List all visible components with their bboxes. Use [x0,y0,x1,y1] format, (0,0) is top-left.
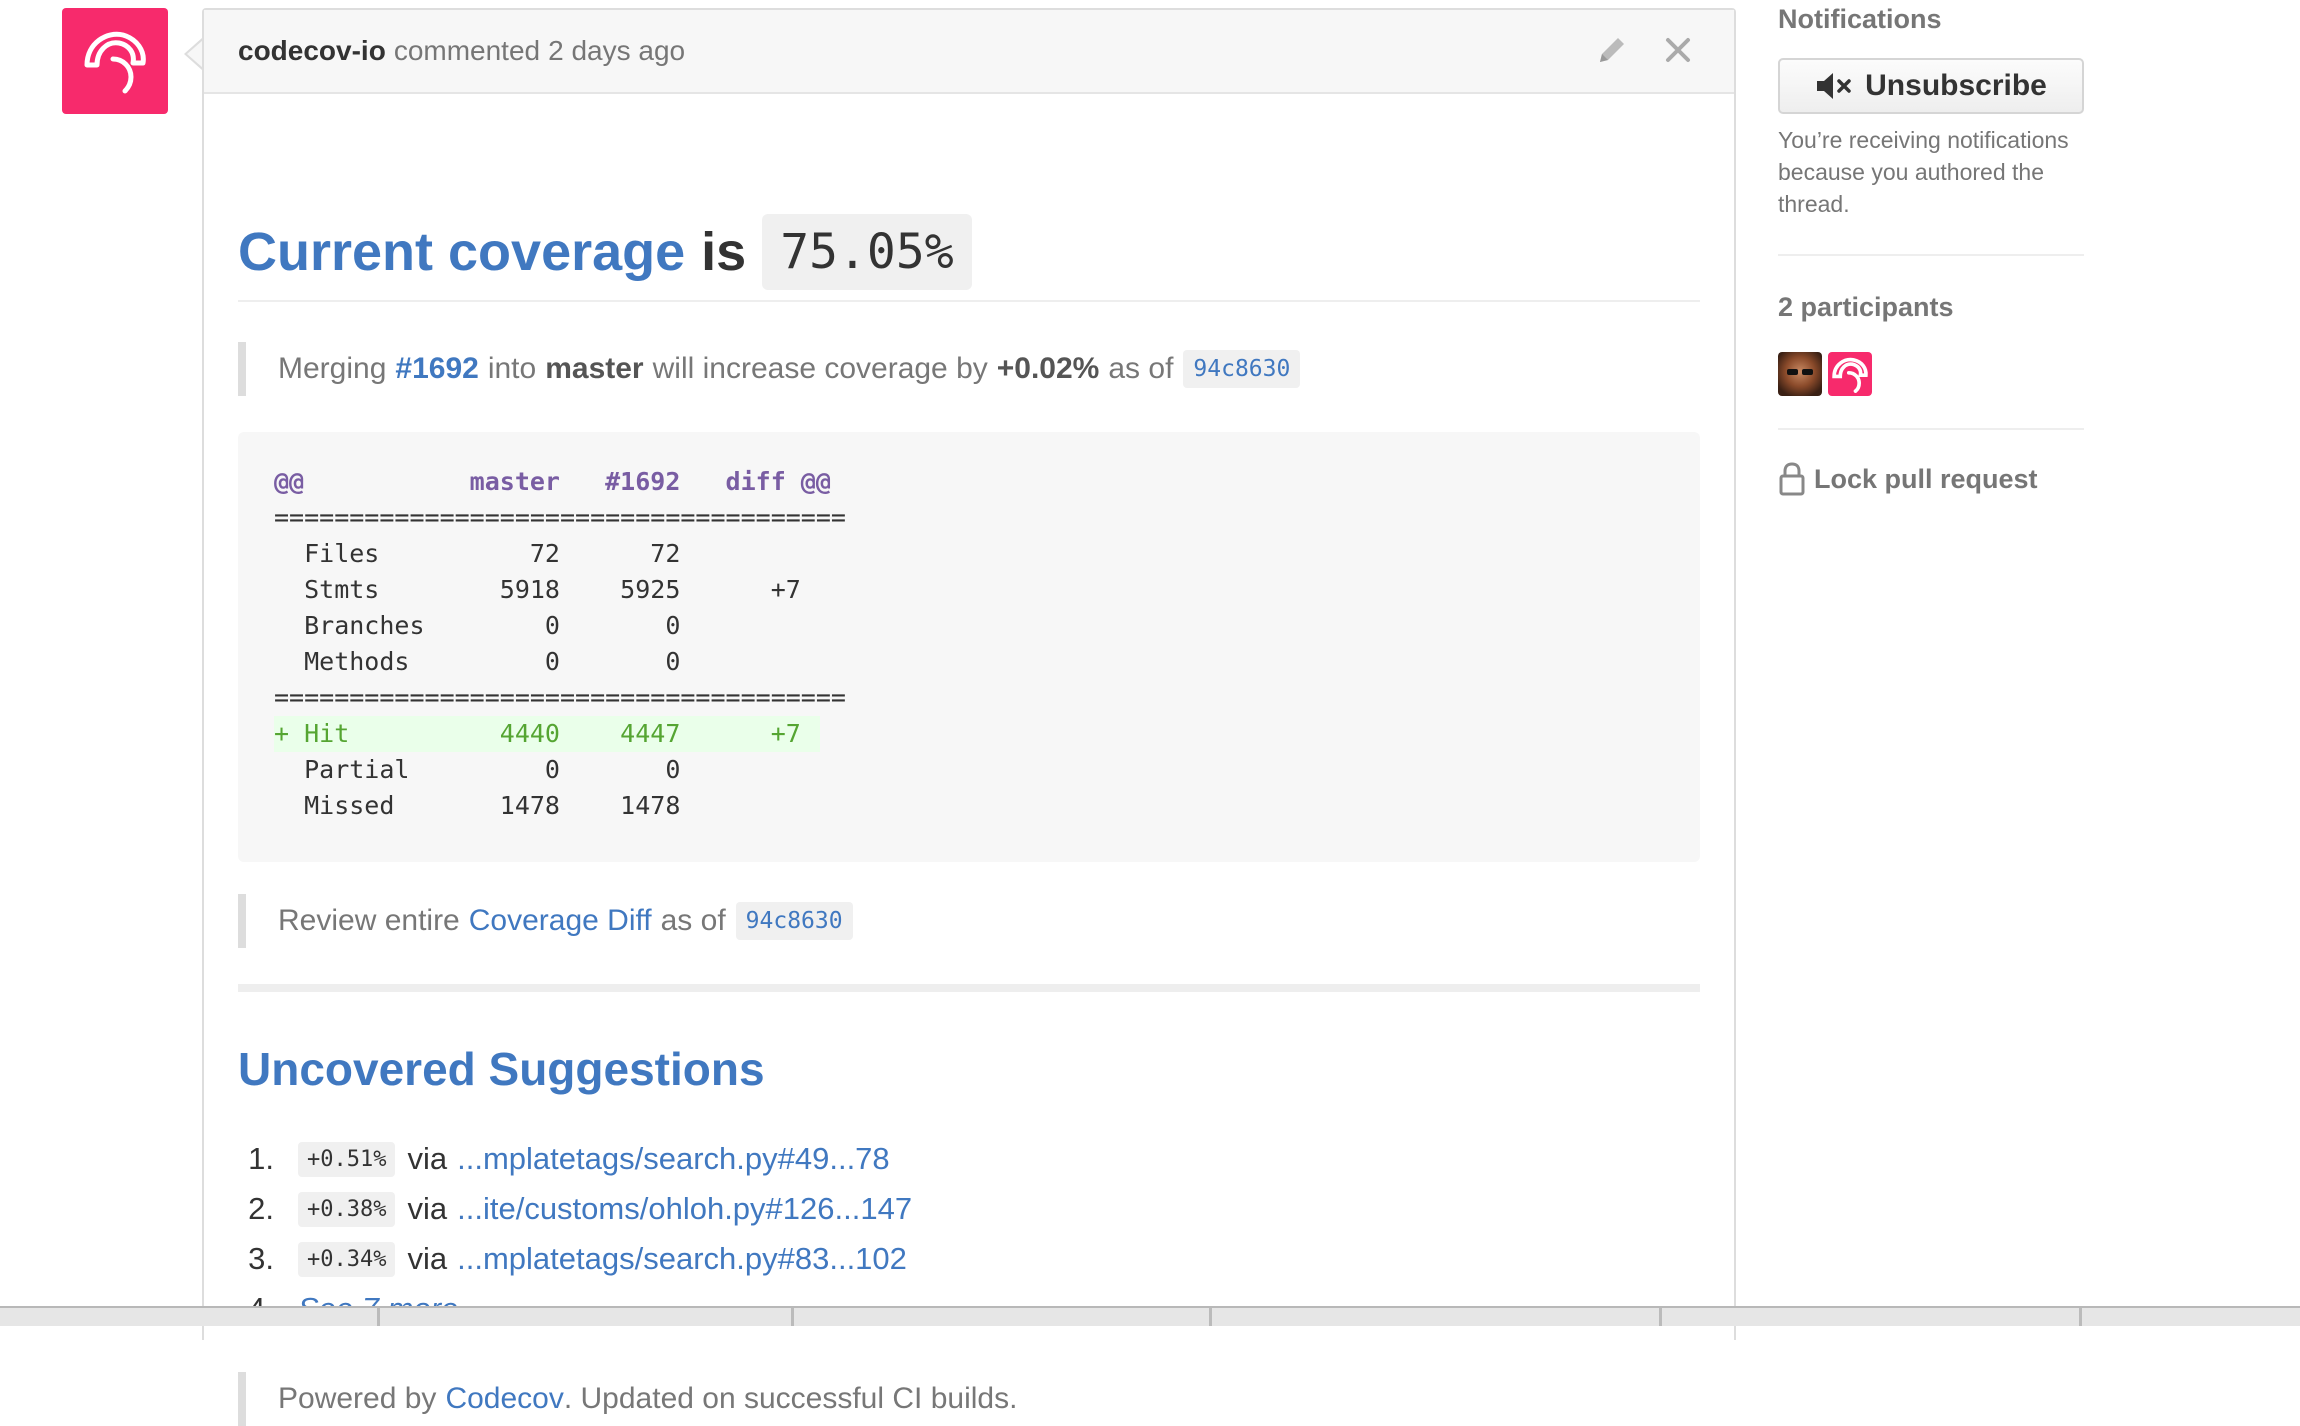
merge-middle: will increase coverage by [652,352,988,385]
sunglasses-icon [1787,369,1813,375]
comment-action: commented [393,35,541,66]
suggestion-file-link[interactable]: ...mplatetags/search.py#83...102 [457,1241,907,1277]
diff-separator: ====================================== [274,683,846,712]
sidebar-divider [1778,428,2084,430]
suggestion-file-link[interactable]: ...mplatetags/search.py#49...78 [457,1141,890,1177]
divider [238,300,1700,302]
lock-icon [1779,462,1805,496]
codecov-link[interactable]: Codecov [445,1382,563,1416]
branch-name: master [545,352,644,385]
codecov-logo-icon [1832,357,1868,393]
diff-row: Files 72 72 [274,539,681,568]
coverage-heading: Current coverage is 75.05% [238,214,972,290]
diff-row: Partial 0 0 [274,755,681,784]
review-prefix: Review entire [278,904,460,937]
merge-prefix: Merging [278,352,387,385]
participants-title: 2 participants [1778,292,1954,322]
coverage-gain-badge: +0.38% [298,1191,396,1227]
codecov-logo-icon [84,31,146,94]
via-text: via [407,1191,448,1226]
footer-prefix: Powered by [278,1382,437,1415]
diff-row: Branches 0 0 [274,611,681,640]
list-item: 3. +0.34% via ...mplatetags/search.py#83… [238,1234,912,1284]
suggestion-file-link[interactable]: ...ite/customs/ohloh.py#126...147 [457,1191,912,1227]
notification-reason: You’re receiving notifications because y… [1778,127,2069,217]
pr-link[interactable]: #1692 [395,352,478,386]
list-item: 1. +0.51% via ...mplatetags/search.py#49… [238,1134,912,1184]
diff-hit-row: + Hit 4440 4447 +7 [274,716,820,752]
mute-icon [1817,73,1851,99]
item-number: 3. [248,1241,274,1276]
participant-avatar[interactable] [1778,352,1822,396]
suggestions-list: 1. +0.51% via ...mplatetags/search.py#49… [238,1134,912,1334]
taskbar-segment [1212,1308,1662,1326]
review-as-of: as of [660,904,726,937]
coverage-gain-badge: +0.51% [298,1141,396,1177]
uncovered-suggestions-heading: Uncovered Suggestions [238,1043,765,1095]
item-number: 1. [248,1141,274,1176]
unsubscribe-label: Unsubscribe [1865,69,2047,102]
sidebar-divider [1778,254,2084,256]
item-number: 2. [248,1191,274,1226]
merge-as-of: as of [1108,352,1174,385]
notifications-title: Notifications [1778,4,1942,34]
coverage-gain-badge: +0.34% [298,1241,396,1277]
participant-avatar-codecov[interactable] [1828,352,1872,396]
via-text: via [407,1141,448,1176]
unsubscribe-button[interactable]: Unsubscribe [1778,58,2084,114]
comment-time[interactable]: 2 days ago [548,35,685,67]
coverage-diff-table: @@ master #1692 diff @@ =================… [238,432,1700,862]
merge-summary: Merging #1692 into master will increase … [238,342,1301,396]
comment-actions [1596,34,1692,66]
current-coverage-link[interactable]: Current coverage [238,221,685,283]
footer-suffix: . Updated on successful CI builds. [563,1382,1018,1415]
lock-label: Lock pull request [1814,463,2038,494]
comment-author[interactable]: codecov-io [238,35,386,67]
review-line: Review entire Coverage Diff as of 94c863… [238,894,853,948]
list-item: 2. +0.38% via ...ite/customs/ohloh.py#12… [238,1184,912,1234]
diff-row: Missed 1478 1478 [274,791,681,820]
codecov-avatar[interactable] [62,8,168,114]
diff-header-row: @@ master #1692 diff @@ [274,467,831,496]
coverage-is-text: is [701,222,747,282]
comment-pointer-inner [187,40,203,68]
section-divider [238,984,1700,992]
footer-note: Powered by Codecov . Updated on successf… [238,1372,1017,1426]
diff-row: Methods 0 0 [274,647,681,676]
coverage-value: 75.05% [762,214,972,290]
diff-row: Stmts 5918 5925 +7 [274,575,801,604]
taskbar-segment [0,1308,380,1326]
taskbar-segment [794,1308,1212,1326]
diff-separator: ====================================== [274,503,846,532]
commit-sha-link[interactable]: 94c8630 [735,902,853,940]
coverage-delta: +0.02% [996,352,1100,385]
merge-into: into [487,352,537,385]
coverage-diff-link[interactable]: Coverage Diff [469,904,652,938]
comment-box: codecov-io commented 2 days ago Current … [202,8,1736,1426]
taskbar-strip [0,1306,2300,1326]
lock-pull-request-link[interactable]: Lock pull request [1778,462,2038,496]
via-text: via [407,1241,448,1276]
comment-header: codecov-io commented 2 days ago [204,10,1734,94]
taskbar-segment [380,1308,794,1326]
taskbar-segment [1662,1308,2082,1326]
pencil-icon[interactable] [1596,34,1628,66]
commit-sha-link[interactable]: 94c8630 [1183,350,1301,388]
close-icon[interactable] [1664,36,1692,64]
